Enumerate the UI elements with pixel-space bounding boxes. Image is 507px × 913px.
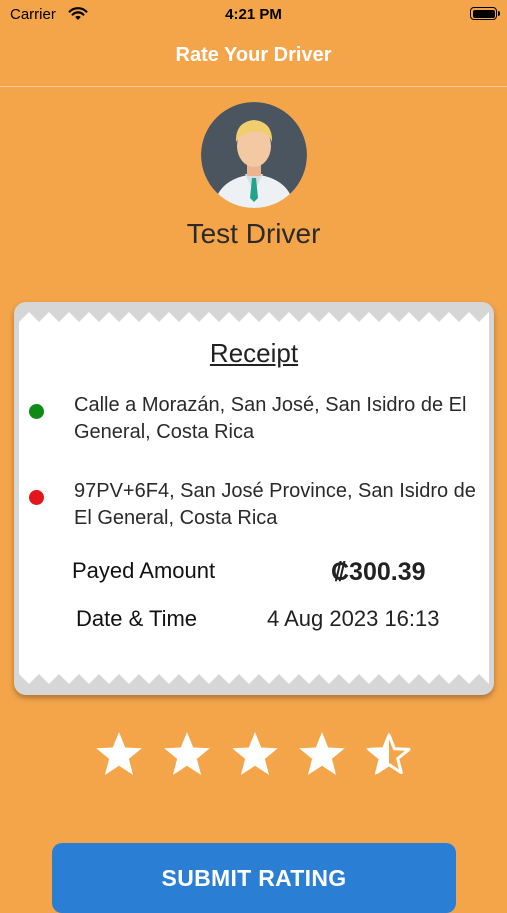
amount-value: ₡300.39 — [331, 558, 426, 586]
nav-divider — [0, 86, 507, 87]
battery-icon — [470, 7, 500, 20]
pickup-address: Calle a Morazán, San José, San Isidro de… — [74, 394, 467, 443]
submit-rating-button[interactable]: SUBMIT RATING — [52, 843, 456, 913]
receipt-top-edge — [19, 306, 489, 322]
receipt-card: Receipt Calle a Morazán, San José, San I… — [19, 306, 489, 690]
star-half-icon[interactable] — [364, 730, 414, 780]
driver-avatar — [201, 102, 307, 208]
pickup-dot-icon — [29, 404, 44, 419]
clock: 4:21 PM — [225, 6, 282, 23]
datetime-value: 4 Aug 2023 16:13 — [267, 606, 440, 631]
receipt-title: Receipt — [209, 338, 299, 368]
star-2-icon[interactable] — [162, 730, 212, 780]
amount-label: Payed Amount — [72, 558, 216, 583]
page-title: Rate Your Driver — [175, 44, 332, 66]
dropoff-address: 97PV+6F4, San José Province, San Isidro … — [74, 480, 476, 529]
dropoff-dot-icon — [29, 490, 44, 505]
star-4-icon[interactable] — [297, 730, 347, 780]
star-3-icon[interactable] — [230, 730, 280, 780]
driver-name: Test Driver — [186, 218, 321, 249]
datetime-label: Date & Time — [76, 606, 198, 631]
star-1-icon[interactable] — [94, 730, 144, 780]
receipt-bottom-edge — [19, 674, 489, 690]
status-bar: Carrier 4:21 PM — [0, 0, 507, 30]
